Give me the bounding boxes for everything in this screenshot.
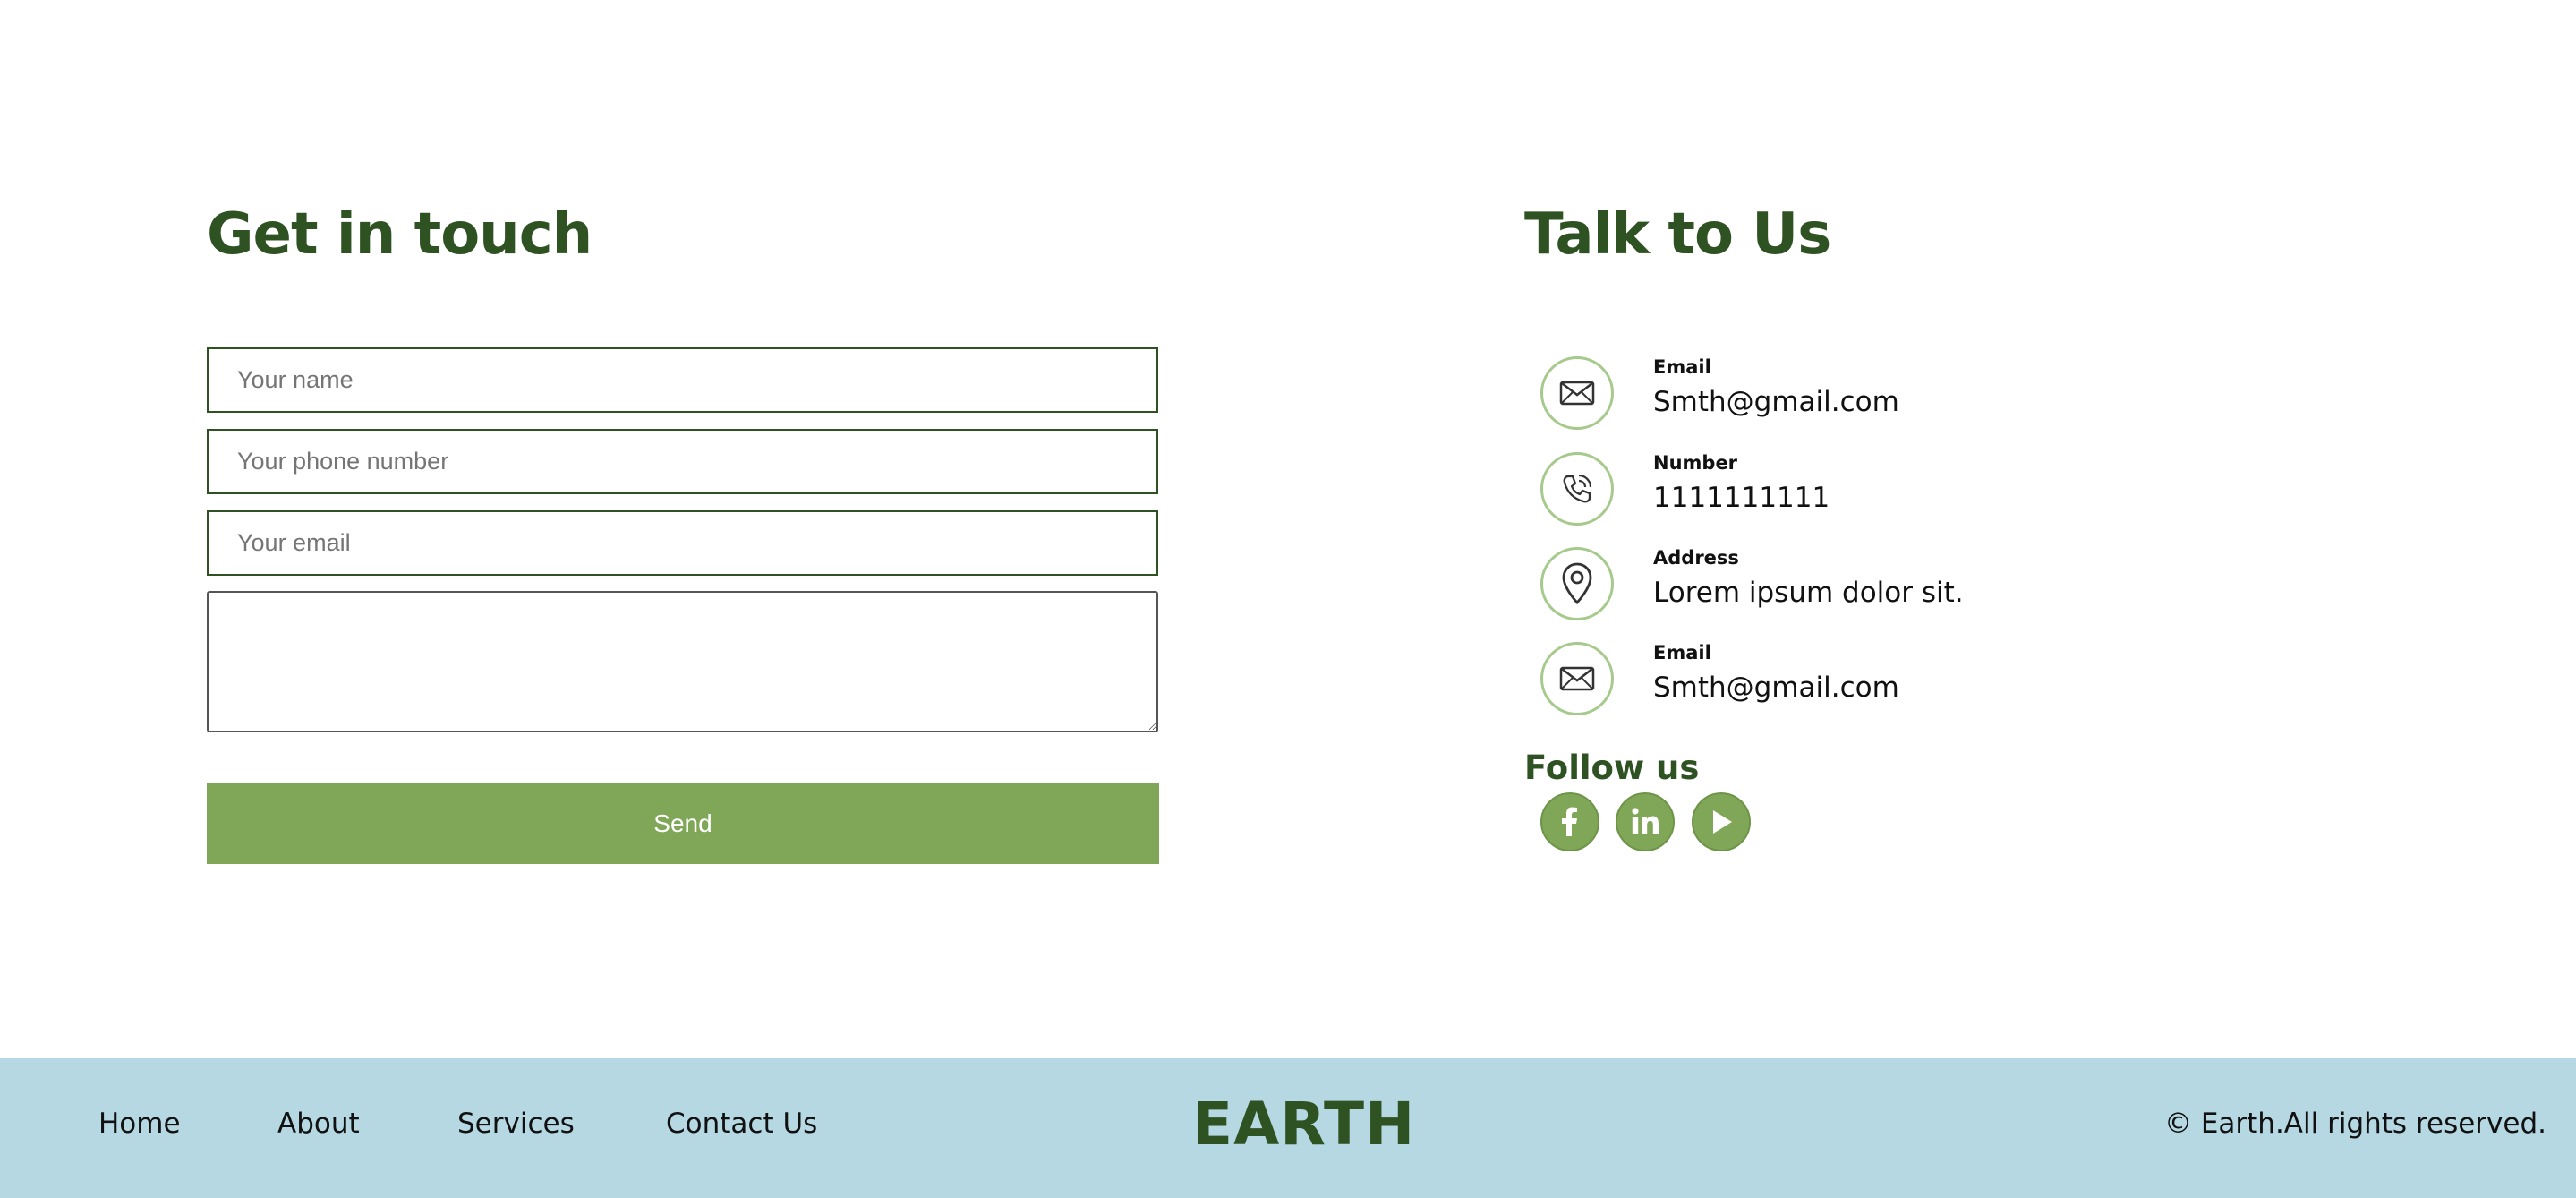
footer-nav-contact[interactable]: Contact Us xyxy=(666,1108,817,1140)
phone-input[interactable] xyxy=(207,429,1158,494)
form-title: Get in touch xyxy=(207,201,593,268)
message-textarea[interactable] xyxy=(207,591,1158,732)
send-button[interactable]: Send xyxy=(207,783,1159,864)
contact-value: Lorem ipsum dolor sit. xyxy=(1653,577,1964,609)
name-input[interactable] xyxy=(207,347,1158,413)
youtube-icon[interactable] xyxy=(1692,792,1751,851)
contact-item-email: Email Smth@gmail.com xyxy=(1540,356,2167,437)
follow-title: Follow us xyxy=(1524,749,1700,787)
footer: Home About Services Contact Us EARTH © E… xyxy=(0,1058,2576,1198)
contact-label: Email xyxy=(1653,642,1711,663)
phone-icon xyxy=(1540,452,1614,526)
envelope-icon xyxy=(1540,356,1614,430)
envelope-icon xyxy=(1540,642,1614,715)
footer-nav-home[interactable]: Home xyxy=(98,1108,181,1140)
contact-label: Address xyxy=(1653,547,1739,569)
talk-title: Talk to Us xyxy=(1524,201,1831,268)
facebook-icon[interactable] xyxy=(1540,792,1599,851)
contact-item-address: Address Lorem ipsum dolor sit. xyxy=(1540,547,2167,628)
contact-label: Email xyxy=(1653,356,1711,378)
contact-label: Number xyxy=(1653,452,1738,474)
contact-page: Get in touch Send Talk to Us Email Smth@… xyxy=(0,0,2576,1198)
linkedin-icon[interactable] xyxy=(1616,792,1675,851)
email-input[interactable] xyxy=(207,510,1158,576)
contact-value: 1111111111 xyxy=(1653,482,1830,514)
contact-value: Smth@gmail.com xyxy=(1653,672,1899,704)
location-pin-icon xyxy=(1540,547,1614,620)
footer-nav-about[interactable]: About xyxy=(277,1108,360,1140)
contact-item-email-2: Email Smth@gmail.com xyxy=(1540,642,2167,723)
footer-logo: EARTH xyxy=(1192,1090,1416,1159)
contact-item-number: Number 1111111111 xyxy=(1540,452,2167,533)
contact-value: Smth@gmail.com xyxy=(1653,386,1899,418)
footer-nav-services[interactable]: Services xyxy=(457,1108,575,1140)
copyright-text: © Earth.All rights reserved. xyxy=(2163,1108,2546,1140)
